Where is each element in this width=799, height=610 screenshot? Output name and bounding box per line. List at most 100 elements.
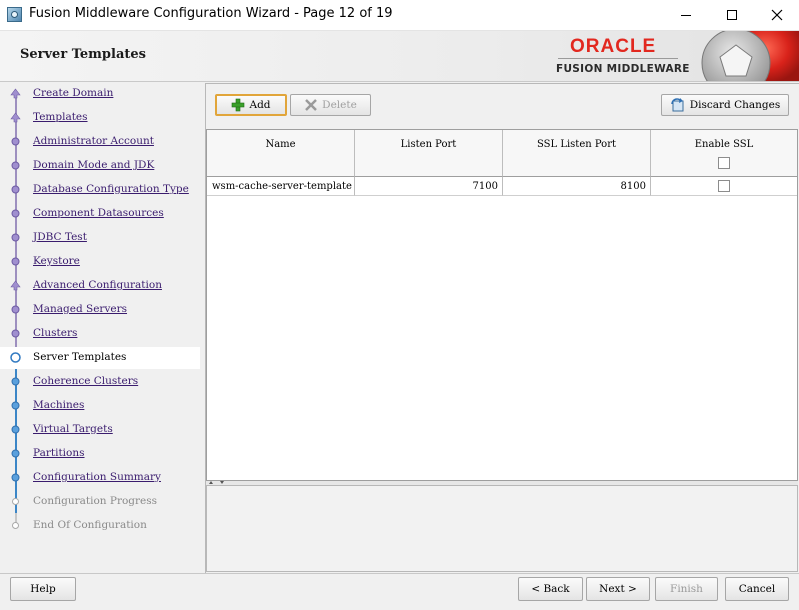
nav-item-label: Partitions: [33, 447, 85, 459]
nav-item-label: Server Templates: [33, 351, 127, 363]
step-dot-icon: [11, 233, 20, 242]
delete-button[interactable]: Delete: [290, 94, 371, 116]
nav-item-end-of-configuration: End Of Configuration: [0, 515, 200, 537]
step-dot-icon: [11, 449, 20, 458]
nav-item-label: Create Domain: [33, 87, 114, 99]
discard-changes-label: Discard Changes: [689, 99, 781, 111]
column-header-enable-ssl-label: Enable SSL: [694, 139, 754, 150]
nav-item-administrator-account[interactable]: Administrator Account: [0, 131, 200, 153]
nav-item-coherence-clusters[interactable]: Coherence Clusters: [0, 371, 200, 393]
delete-button-label: Delete: [322, 99, 357, 111]
discard-icon: [670, 98, 684, 112]
step-arrow-icon: [10, 280, 21, 291]
nav-item-label: Component Datasources: [33, 207, 164, 219]
nav-item-clusters[interactable]: Clusters: [0, 323, 200, 345]
window-title: Fusion Middleware Configuration Wizard -…: [29, 6, 393, 21]
nav-item-jdbc-test[interactable]: JDBC Test: [0, 227, 200, 249]
nav-item-server-templates[interactable]: Server Templates: [0, 347, 200, 369]
add-icon: [232, 98, 245, 112]
finish-button-label: Finish: [670, 583, 703, 595]
nav-item-database-configuration-type[interactable]: Database Configuration Type: [0, 179, 200, 201]
step-dot-icon: [12, 522, 19, 529]
add-button[interactable]: Add: [215, 94, 287, 116]
fusion-emblem-icon: [694, 31, 799, 81]
enable-ssl-checkbox[interactable]: [718, 180, 730, 192]
column-header-ssl-listen-port[interactable]: SSL Listen Port: [503, 130, 651, 177]
add-button-label: Add: [249, 99, 271, 111]
step-arrow-icon: [10, 88, 21, 99]
nav-item-machines[interactable]: Machines: [0, 395, 200, 417]
wizard-app-icon: [7, 7, 22, 22]
cell-listen-port[interactable]: 7100: [355, 177, 503, 196]
enable-ssl-select-all-checkbox[interactable]: [718, 157, 730, 169]
page-title: Server Templates: [20, 47, 146, 62]
cell-ssl-listen-port[interactable]: 8100: [503, 177, 651, 196]
step-dot-icon: [11, 209, 20, 218]
step-dot-icon: [11, 377, 20, 386]
step-dot-icon: [11, 329, 20, 338]
nav-item-label: Coherence Clusters: [33, 375, 139, 387]
step-dot-icon: [11, 137, 20, 146]
oracle-logo-subtitle: FUSION MIDDLEWARE: [556, 63, 690, 75]
nav-item-label: Machines: [33, 399, 85, 411]
nav-item-label: End Of Configuration: [33, 519, 147, 531]
step-dot-icon: [11, 161, 20, 170]
step-dot-icon: [11, 473, 20, 482]
nav-item-label: Configuration Progress: [33, 495, 158, 507]
nav-item-label: Advanced Configuration: [33, 279, 162, 291]
cancel-button[interactable]: Cancel: [725, 577, 789, 601]
step-dot-icon: [11, 401, 20, 410]
server-templates-table: Name Listen Port SSL Listen Port Enable …: [206, 129, 798, 481]
wizard-header: Server Templates ORACLE FUSION MIDDLEWAR…: [0, 31, 799, 82]
column-header-listen-port[interactable]: Listen Port: [355, 130, 503, 177]
nav-item-domain-mode-and-jdk[interactable]: Domain Mode and JDK: [0, 155, 200, 177]
nav-item-label: Domain Mode and JDK: [33, 159, 155, 171]
nav-item-label: Configuration Summary: [33, 471, 161, 483]
oracle-logo: ORACLE: [570, 36, 657, 57]
step-dot-icon: [11, 257, 20, 266]
nav-item-label: Database Configuration Type: [33, 183, 189, 195]
cell-name[interactable]: wsm-cache-server-template: [207, 177, 355, 196]
nav-item-configuration-summary[interactable]: Configuration Summary: [0, 467, 200, 489]
nav-item-advanced-configuration[interactable]: Advanced Configuration: [0, 275, 200, 297]
step-arrow-icon: [10, 112, 21, 123]
column-header-name[interactable]: Name: [207, 130, 355, 177]
step-dot-icon: [11, 425, 20, 434]
nav-item-label: Virtual Targets: [33, 423, 113, 435]
nav-item-keystore[interactable]: Keystore: [0, 251, 200, 273]
step-dot-icon: [11, 185, 20, 194]
nav-item-component-datasources[interactable]: Component Datasources: [0, 203, 200, 225]
column-header-enable-ssl[interactable]: Enable SSL: [651, 130, 797, 177]
nav-item-partitions[interactable]: Partitions: [0, 443, 200, 465]
nav-item-managed-servers[interactable]: Managed Servers: [0, 299, 200, 321]
current-step-icon: [10, 352, 21, 363]
back-button-label: < Back: [531, 583, 570, 595]
next-button-label: Next >: [599, 583, 637, 595]
finish-button[interactable]: Finish: [655, 577, 718, 601]
help-button-label: Help: [30, 583, 56, 595]
maximize-icon[interactable]: [709, 0, 755, 30]
nav-item-create-domain[interactable]: Create Domain: [0, 83, 200, 105]
logo-divider: [558, 58, 678, 59]
cancel-button-label: Cancel: [738, 583, 776, 595]
step-dot-icon: [11, 305, 20, 314]
nav-item-label: Templates: [33, 111, 88, 123]
next-button[interactable]: Next >: [586, 577, 650, 601]
nav-item-templates[interactable]: Templates: [0, 107, 200, 129]
nav-item-virtual-targets[interactable]: Virtual Targets: [0, 419, 200, 441]
details-pane: [206, 485, 798, 572]
nav-item-label: Keystore: [33, 255, 80, 267]
title-bar: Fusion Middleware Configuration Wizard -…: [0, 0, 799, 31]
nav-item-label: Managed Servers: [33, 303, 128, 315]
help-button[interactable]: Help: [10, 577, 76, 601]
wizard-step-nav: Create Domain Templates Administrator Acco…: [0, 83, 202, 573]
close-icon[interactable]: [754, 0, 799, 30]
discard-changes-button[interactable]: Discard Changes: [661, 94, 789, 116]
nav-item-label: JDBC Test: [33, 231, 87, 243]
nav-item-label: Clusters: [33, 327, 78, 339]
nav-item-configuration-progress: Configuration Progress: [0, 491, 200, 513]
back-button[interactable]: < Back: [518, 577, 583, 601]
footer-divider: [0, 573, 799, 574]
step-dot-icon: [12, 498, 19, 505]
minimize-icon[interactable]: [663, 0, 709, 30]
